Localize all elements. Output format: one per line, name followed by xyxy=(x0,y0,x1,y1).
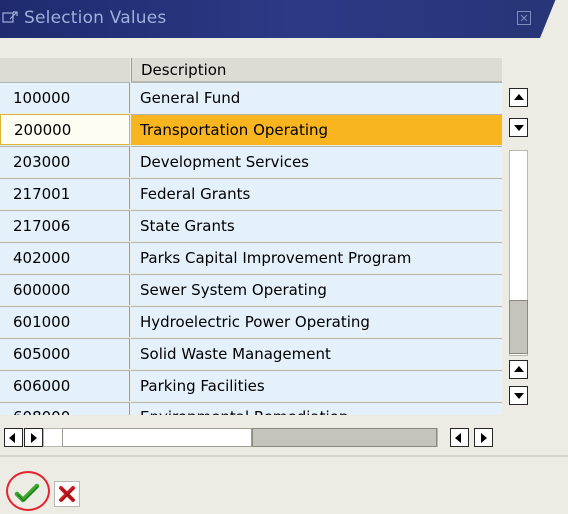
arrow-up-icon xyxy=(514,366,524,372)
scroll-down-button[interactable] xyxy=(509,118,528,137)
key-cell[interactable]: 402000 xyxy=(0,242,130,273)
scroll-right-button[interactable] xyxy=(474,428,493,447)
table-row[interactable]: 217001 Federal Grants xyxy=(0,178,502,209)
title-bar[interactable]: Selection Values ✕ xyxy=(0,0,545,38)
arrow-down-icon xyxy=(514,125,524,131)
description-cell[interactable]: Sewer System Operating xyxy=(131,274,502,305)
key-cell[interactable]: 203000 xyxy=(0,146,130,177)
close-icon[interactable]: ✕ xyxy=(517,11,531,25)
table-row[interactable]: 100000 General Fund xyxy=(0,82,502,113)
arrow-right-icon xyxy=(31,433,37,443)
dialog-title: Selection Values xyxy=(24,8,167,28)
title-bar-corner xyxy=(540,0,568,38)
table-header: Description xyxy=(0,58,502,83)
description-cell[interactable]: Parks Capital Improvement Program xyxy=(131,242,502,273)
arrow-left-icon xyxy=(9,433,15,443)
arrow-left-icon xyxy=(455,433,461,443)
description-cell[interactable]: General Fund xyxy=(131,82,502,113)
description-cell[interactable]: Solid Waste Management xyxy=(131,338,502,369)
column-header-key[interactable] xyxy=(0,58,130,83)
table-row[interactable]: 601000 Hydroelectric Power Operating xyxy=(0,306,502,337)
key-scroll-left-button[interactable] xyxy=(4,428,23,447)
key-cell[interactable]: 605000 xyxy=(0,338,130,369)
table-row[interactable]: 608000Environmental Remediation xyxy=(0,402,502,415)
description-cell[interactable]: Hydroelectric Power Operating xyxy=(131,306,502,337)
table-row[interactable]: 402000 Parks Capital Improvement Program xyxy=(0,242,502,273)
description-cell[interactable]: Environmental Remediation xyxy=(131,402,502,415)
arrow-down-icon xyxy=(514,393,524,399)
arrow-up-icon xyxy=(514,94,524,100)
cancel-x-icon xyxy=(59,486,75,502)
table-row[interactable]: 600000 Sewer System Operating xyxy=(0,274,502,305)
key-cell[interactable]: 608000 xyxy=(0,402,130,415)
table-row[interactable]: 217006 State Grants xyxy=(0,210,502,241)
key-cell[interactable]: 217006 xyxy=(0,210,130,241)
window-icon xyxy=(2,11,18,23)
table-row[interactable]: 606000 Parking Facilities xyxy=(0,370,502,401)
description-cell[interactable]: Parking Facilities xyxy=(131,370,502,401)
vertical-scrollbar[interactable] xyxy=(509,88,531,414)
key-cell[interactable]: 601000 xyxy=(0,306,130,337)
table-row[interactable]: 203000 Development Services xyxy=(0,146,502,177)
key-scroll-right-button[interactable] xyxy=(24,428,43,447)
key-cell[interactable]: 100000 xyxy=(0,82,130,113)
arrow-right-icon xyxy=(481,433,487,443)
key-cell[interactable]: 600000 xyxy=(0,274,130,305)
description-cell[interactable]: Transportation Operating xyxy=(131,114,502,145)
scroll-left-button[interactable] xyxy=(450,428,469,447)
horizontal-scrollbar[interactable] xyxy=(0,428,502,450)
horizontal-scroll-remaining[interactable] xyxy=(252,428,437,447)
key-cell[interactable]: 200000 xyxy=(0,114,130,145)
column-header-description[interactable]: Description xyxy=(131,58,502,82)
table-row[interactable]: 200000 Transportation Operating xyxy=(0,114,502,145)
page-up-button[interactable] xyxy=(509,360,528,379)
description-cell[interactable]: Federal Grants xyxy=(131,178,502,209)
key-cell[interactable]: 606000 xyxy=(0,370,130,401)
horizontal-scroll-thumb[interactable] xyxy=(62,428,252,447)
cancel-button[interactable] xyxy=(54,481,80,507)
scroll-up-button[interactable] xyxy=(509,88,528,107)
table-row[interactable]: 605000 Solid Waste Management xyxy=(0,338,502,369)
selection-values-dialog: Selection Values ✕ Description 100000 Gen… xyxy=(0,0,568,514)
description-cell[interactable]: State Grants xyxy=(131,210,502,241)
footer-divider xyxy=(0,455,568,457)
description-cell[interactable]: Development Services xyxy=(131,146,502,177)
page-down-button[interactable] xyxy=(509,386,528,405)
checkmark-icon xyxy=(14,483,40,503)
vertical-scroll-thumb[interactable] xyxy=(509,300,528,354)
key-cell[interactable]: 217001 xyxy=(0,178,130,209)
ok-button[interactable] xyxy=(12,479,42,507)
